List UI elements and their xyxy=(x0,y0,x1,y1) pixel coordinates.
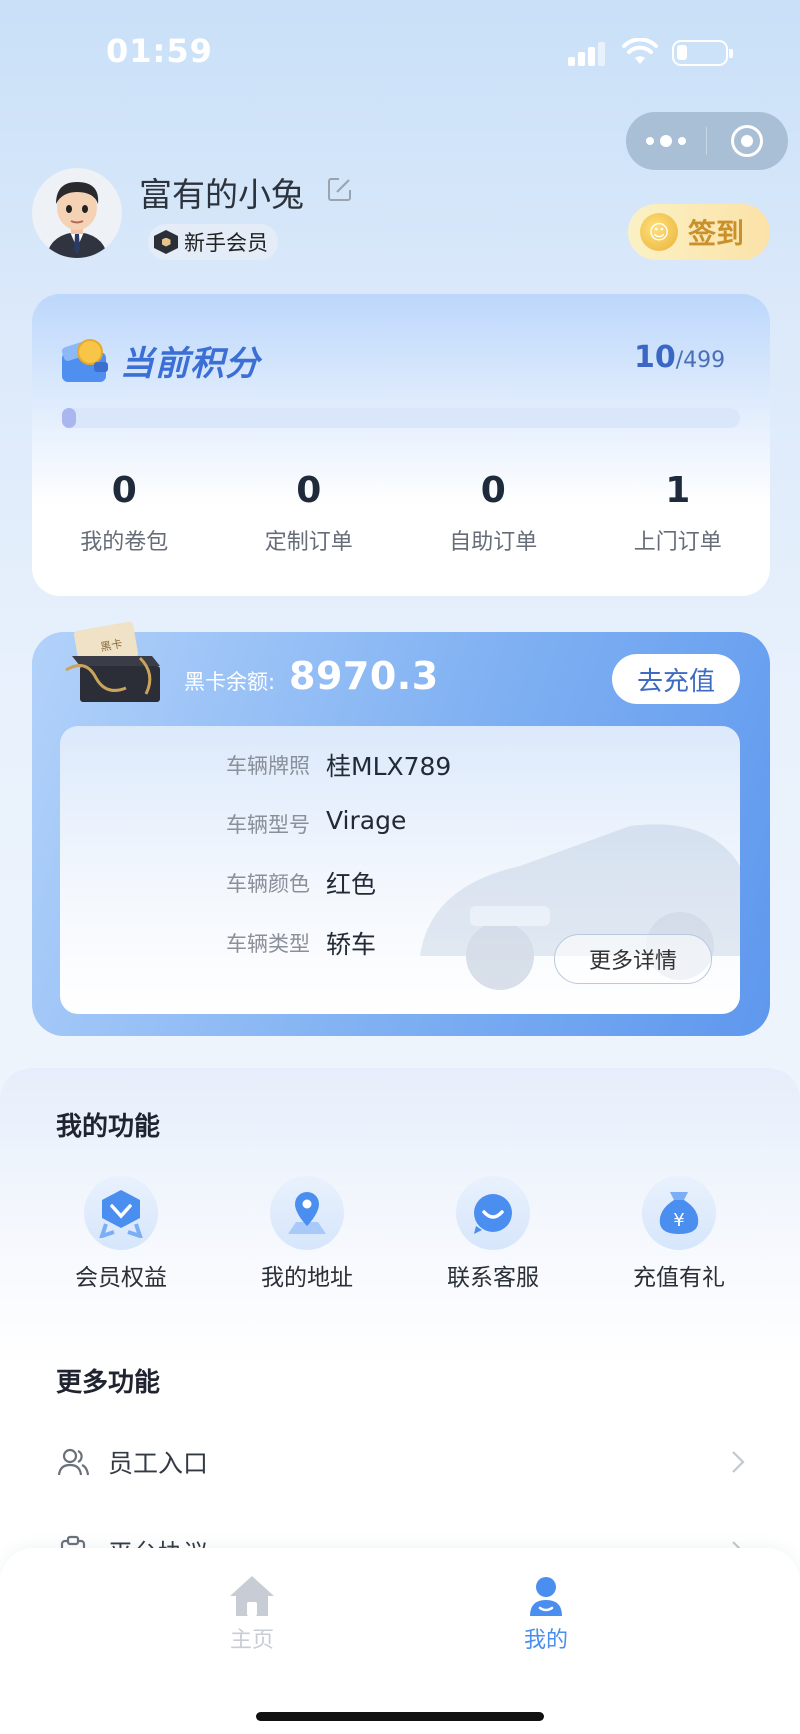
signin-label: 签到 xyxy=(688,217,745,250)
member-level-label: 新手会员 xyxy=(184,231,268,255)
tab-label: 主页 xyxy=(229,1628,274,1653)
stat-label: 我的卷包 xyxy=(80,530,169,555)
vehicle-value: 轿车 xyxy=(326,930,377,959)
more-functions-title: 更多功能 xyxy=(56,1368,161,1398)
menu-staff-entry[interactable]: 员工入口 xyxy=(56,1432,746,1492)
balance-value: 8970.3 xyxy=(289,654,439,698)
member-benefits-icon xyxy=(84,1176,158,1250)
wifi-icon xyxy=(622,38,658,64)
points-progress-bar xyxy=(62,408,740,428)
chevron-right-icon xyxy=(732,1451,745,1473)
func-recharge-gift[interactable]: ¥ 充值有礼 xyxy=(586,1176,772,1292)
vehicle-value: 红色 xyxy=(326,870,377,899)
vehicle-value: Virage xyxy=(326,806,407,835)
more-options-icon[interactable] xyxy=(626,135,706,147)
cellular-signal-icon xyxy=(568,42,608,66)
battery-icon xyxy=(672,40,733,66)
vehicle-plate-row: 车辆牌照 桂MLX789 xyxy=(60,744,740,784)
vehicle-key: 车辆牌照 xyxy=(226,754,310,778)
signin-button[interactable]: ☺ 签到 xyxy=(628,204,770,260)
func-customer-service[interactable]: 联系客服 xyxy=(400,1176,586,1292)
money-bag-icon: ¥ xyxy=(642,1176,716,1250)
member-badge-icon xyxy=(154,230,178,254)
stat-home-orders[interactable]: 1 上门订单 xyxy=(586,470,771,556)
stat-label: 自助订单 xyxy=(449,530,538,555)
stat-custom-orders[interactable]: 0 定制订单 xyxy=(217,470,402,556)
user-icon xyxy=(530,1577,562,1616)
home-indicator xyxy=(256,1712,544,1721)
member-level-badge: 新手会员 xyxy=(148,224,278,260)
vehicle-model-row: 车辆型号 Virage xyxy=(60,803,740,843)
stat-value: 0 xyxy=(296,470,322,511)
more-details-button[interactable]: 更多详情 xyxy=(554,934,712,984)
miniprogram-capsule xyxy=(626,112,788,170)
vehicle-key: 车辆类型 xyxy=(226,932,310,956)
gift-box-icon: 黑卡 xyxy=(65,621,160,702)
status-time: 01:59 xyxy=(106,32,213,70)
stat-label: 上门订单 xyxy=(633,530,722,555)
close-miniprogram-icon[interactable] xyxy=(707,125,787,157)
balance-label: 黑卡余额: xyxy=(184,670,276,694)
func-label: 充值有礼 xyxy=(633,1265,725,1291)
tab-mine[interactable]: 我的 xyxy=(486,1574,606,1654)
vehicle-info-panel: 车辆牌照 桂MLX789 车辆型号 Virage 车辆颜色 红色 车辆类型 轿车 更多详… xyxy=(60,726,740,1014)
stat-value: 0 xyxy=(480,470,506,511)
vehicle-color-row: 车辆颜色 红色 xyxy=(60,862,740,902)
stat-self-orders[interactable]: 0 自助订单 xyxy=(401,470,586,556)
edit-icon[interactable] xyxy=(327,176,353,202)
stat-value: 0 xyxy=(111,470,137,511)
func-label: 联系客服 xyxy=(447,1265,539,1291)
stat-coupons[interactable]: 0 我的卷包 xyxy=(32,470,217,556)
tab-home[interactable]: 主页 xyxy=(192,1574,312,1654)
vehicle-key: 车辆型号 xyxy=(226,813,310,837)
home-icon xyxy=(230,1576,274,1616)
recharge-button[interactable]: 去充值 xyxy=(612,654,740,704)
points-title: 当前积分 xyxy=(120,344,260,384)
stat-label: 定制订单 xyxy=(264,530,353,555)
points-target: /499 xyxy=(675,348,726,373)
order-stats: 0 我的卷包 0 定制订单 0 自助订单 1 上门订单 xyxy=(32,470,770,556)
username: 富有的小兔 xyxy=(139,175,304,214)
points-wallet-icon xyxy=(61,339,108,382)
location-pin-icon xyxy=(270,1176,344,1250)
staff-icon xyxy=(57,1448,90,1476)
vehicle-key: 车辆颜色 xyxy=(226,872,310,896)
vehicle-value: 桂MLX789 xyxy=(326,752,452,781)
my-functions-grid: 会员权益 我的地址 联系客服 ¥ 充值有礼 xyxy=(28,1176,772,1292)
svg-text:¥: ¥ xyxy=(673,1210,684,1231)
func-label: 会员权益 xyxy=(75,1265,167,1291)
coin-icon: ☺ xyxy=(640,213,678,251)
points-score: 10/499 xyxy=(634,340,725,375)
func-member-benefits[interactable]: 会员权益 xyxy=(28,1176,214,1292)
points-current: 10 xyxy=(634,340,676,375)
stat-value: 1 xyxy=(665,470,691,511)
avatar[interactable] xyxy=(32,168,122,258)
my-functions-title: 我的功能 xyxy=(56,1112,161,1142)
menu-label: 员工入口 xyxy=(108,1449,209,1478)
func-label: 我的地址 xyxy=(261,1265,353,1291)
tab-label: 我的 xyxy=(523,1628,568,1653)
customer-service-icon xyxy=(456,1176,530,1250)
points-progress-fill xyxy=(62,408,76,428)
func-my-address[interactable]: 我的地址 xyxy=(214,1176,400,1292)
tab-bar xyxy=(0,1548,800,1734)
